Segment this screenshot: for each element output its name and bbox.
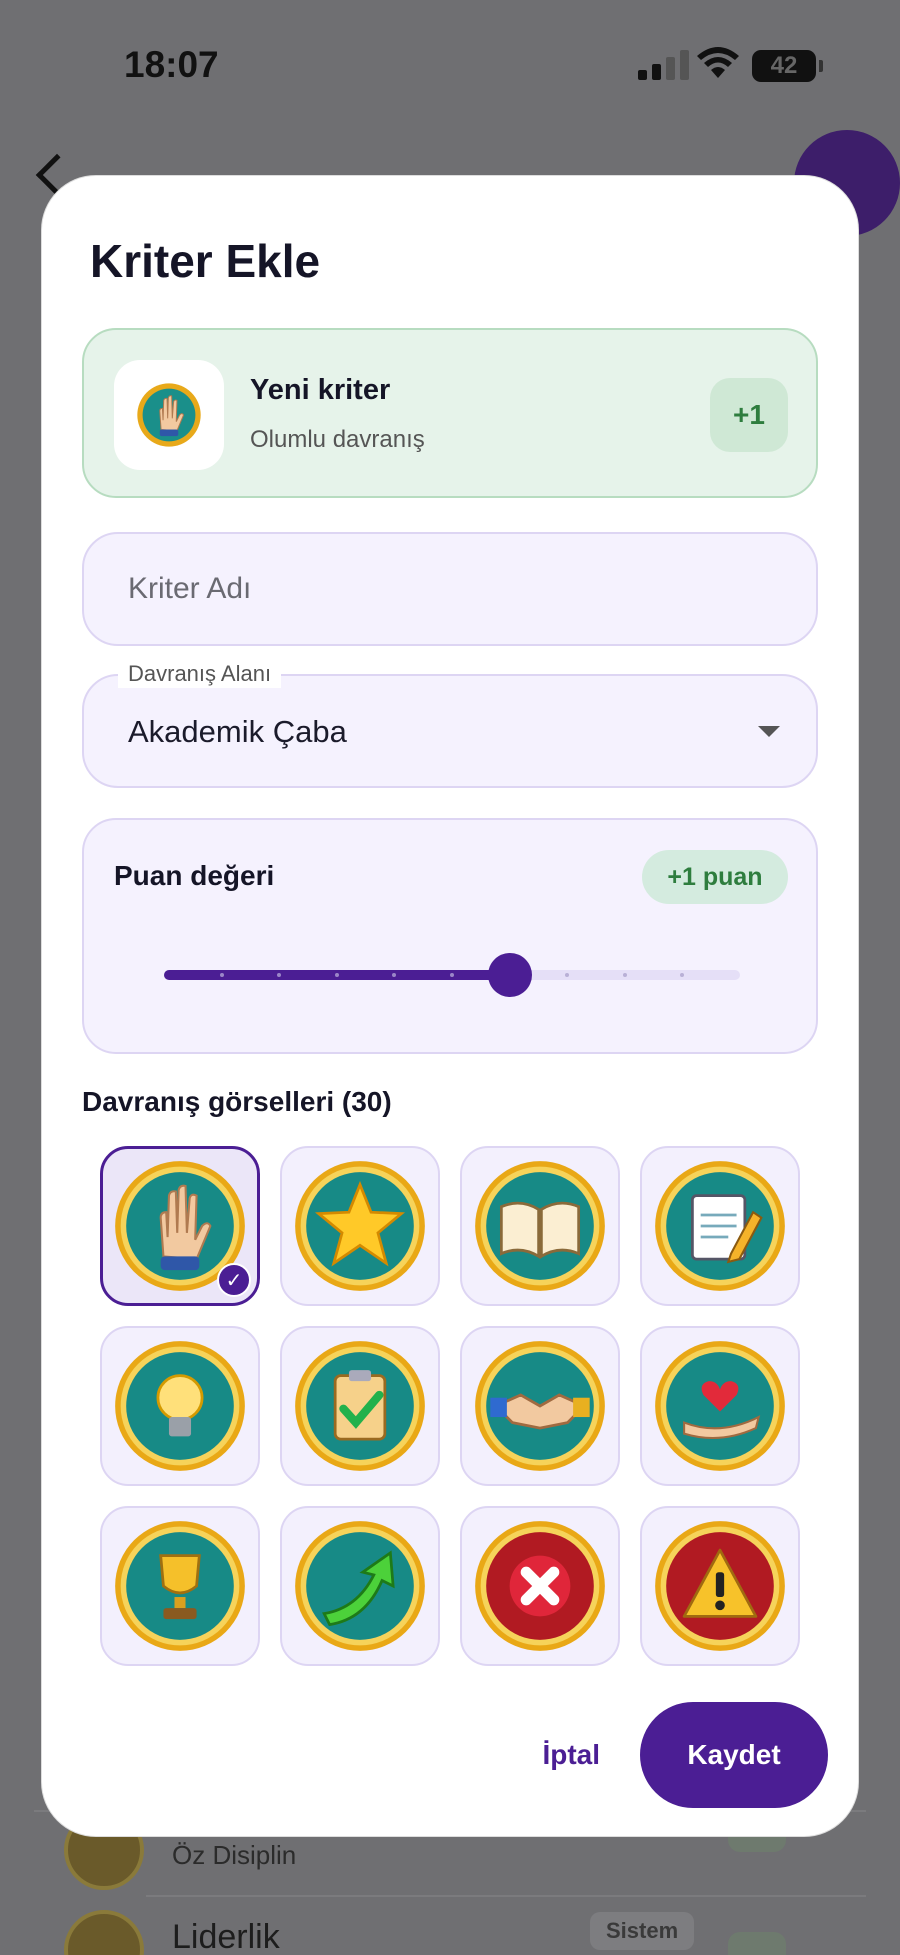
criterion-preview-card: Yeni kriter Olumlu davranış +1 xyxy=(82,328,818,498)
status-time: 18:07 xyxy=(124,44,219,85)
behavior-area-select[interactable]: Davranış Alanı Akademik Çaba xyxy=(82,660,818,788)
behavior-image-tile[interactable] xyxy=(460,1506,620,1666)
slider-tick xyxy=(565,973,570,977)
x-mark-icon xyxy=(475,1521,605,1651)
list-item-avatar xyxy=(64,1910,144,1955)
cancel-button[interactable]: İptal xyxy=(542,1739,600,1771)
behavior-area-label: Davranış Alanı xyxy=(118,660,282,688)
behavior-image-tile[interactable] xyxy=(640,1146,800,1306)
behavior-image-tile[interactable] xyxy=(280,1146,440,1306)
warning-icon xyxy=(655,1521,785,1651)
clipboard-check-icon xyxy=(295,1341,425,1471)
behavior-image-tile[interactable] xyxy=(100,1326,260,1486)
slider-tick xyxy=(622,973,627,977)
raised-hand-icon xyxy=(137,383,201,447)
status-bar: 18:07 42 xyxy=(0,0,900,130)
arrow-up-icon xyxy=(295,1521,425,1651)
preview-icon-container xyxy=(114,360,224,470)
cellular-signal-icon xyxy=(638,50,689,80)
dropdown-caret-icon xyxy=(758,726,780,737)
slider-tick xyxy=(680,973,685,977)
notepad-pencil-icon xyxy=(655,1161,785,1291)
list-item-title: Liderlik xyxy=(172,1918,280,1955)
behavior-area-value: Akademik Çaba xyxy=(128,714,347,749)
behavior-image-tile[interactable] xyxy=(280,1506,440,1666)
list-divider xyxy=(146,1895,866,1897)
dialog-actions: İptal Kaydet xyxy=(542,1702,828,1808)
list-item-points xyxy=(728,1932,786,1955)
behavior-image-tile[interactable] xyxy=(280,1326,440,1486)
preview-subtitle: Olumlu davranış xyxy=(250,426,425,453)
behavior-image-tile[interactable] xyxy=(460,1326,620,1486)
points-slider[interactable] xyxy=(164,953,740,997)
preview-name: Yeni kriter xyxy=(250,374,391,406)
slider-thumb[interactable] xyxy=(487,953,532,997)
slider-tick xyxy=(334,973,339,977)
system-badge: Sistem xyxy=(590,1912,695,1950)
wifi-icon xyxy=(697,47,739,78)
criterion-name-input[interactable] xyxy=(84,534,816,644)
slider-tick xyxy=(450,973,454,977)
open-book-icon xyxy=(475,1161,605,1291)
behavior-image-tile[interactable] xyxy=(460,1146,620,1306)
slider-tick xyxy=(219,973,224,977)
selected-check-icon: ✓ xyxy=(217,1263,251,1297)
preview-points-badge: +1 xyxy=(710,378,788,452)
behavior-image-tile[interactable] xyxy=(640,1506,800,1666)
criterion-name-field[interactable] xyxy=(82,532,818,646)
behavior-image-grid: ✓ xyxy=(100,1146,800,1666)
trophy-icon xyxy=(115,1521,245,1651)
heart-in-hand-icon xyxy=(655,1341,785,1471)
behavior-image-tile[interactable] xyxy=(100,1506,260,1666)
behavior-image-tile[interactable]: ✓ xyxy=(100,1146,260,1306)
points-title: Puan değeri xyxy=(114,860,275,891)
add-criterion-dialog: Kriter Ekle Yeni kriter Olumlu davranış … xyxy=(42,176,858,1836)
points-badge: +1 puan xyxy=(642,850,788,904)
points-card: Puan değeri +1 puan xyxy=(82,818,818,1054)
battery-icon: 42 xyxy=(752,50,823,82)
star-icon xyxy=(295,1161,425,1291)
save-button[interactable]: Kaydet xyxy=(640,1702,828,1808)
battery-level: 42 xyxy=(770,52,798,79)
behavior-image-tile[interactable] xyxy=(640,1326,800,1486)
list-item-title: Öz Disiplin xyxy=(172,1840,297,1870)
dialog-title: Kriter Ekle xyxy=(90,235,321,287)
handshake-icon xyxy=(475,1341,605,1471)
gallery-title: Davranış görselleri (30) xyxy=(82,1086,392,1117)
lightbulb-icon xyxy=(115,1341,245,1471)
